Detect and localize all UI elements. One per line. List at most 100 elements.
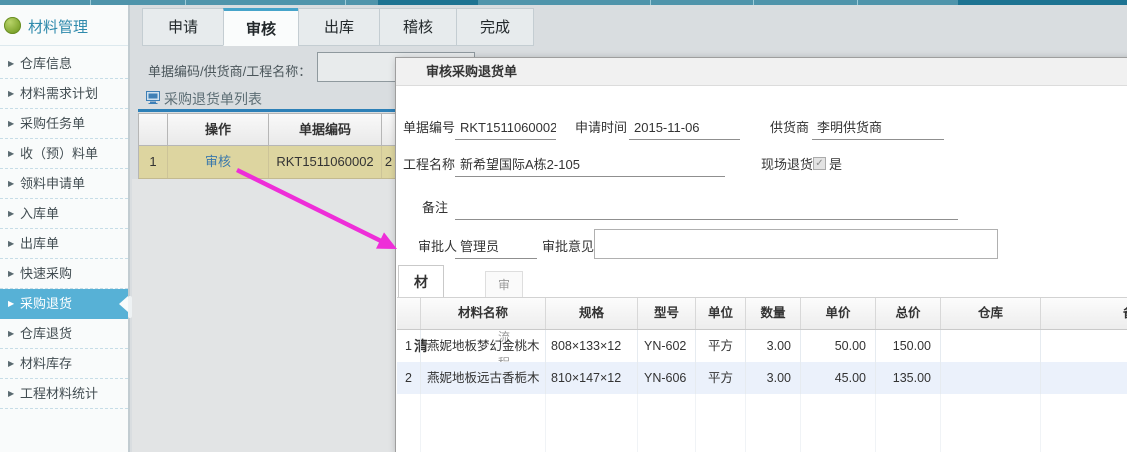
list-panel-title: 采购退货单列表 (164, 89, 262, 109)
audit-action-link[interactable]: 审核 (205, 154, 231, 169)
tab-check[interactable]: 稽核 (379, 8, 457, 46)
material-row[interactable]: 2 燕妮地板远古香栀木 810×147×12 YN-606 平方 3.00 45… (397, 362, 1127, 394)
col-unit: 单位 (696, 298, 746, 329)
sidebar-item-warehouse-return[interactable]: ▶仓库退货 (0, 319, 128, 349)
col-qty: 数量 (746, 298, 801, 329)
sidebar-menu: ▶仓库信息 ▶材料需求计划 ▶采购任务单 ▶收（预）料单 ▶领料申请单 ▶入库单… (0, 49, 128, 409)
sidebar-header: 材料管理 (0, 5, 128, 46)
return-list-header: 操作 单据编码 (138, 113, 396, 146)
supplier-value: 李明供货商 (812, 118, 944, 140)
tab-complete[interactable]: 完成 (456, 8, 534, 46)
material-table-empty-rows (397, 394, 1127, 452)
bullet-icon: ▶ (8, 289, 14, 319)
filter-label: 单据编码/供货商/工程名称： (148, 61, 311, 80)
tab-approval-flow[interactable]: 审批流程 (485, 271, 523, 297)
sidebar-item-label: 入库单 (20, 206, 59, 221)
col-doc-code: 单据编码 (269, 114, 382, 145)
cell-material-name: 燕妮地板梦幻金桃木 (421, 330, 546, 362)
remark-label: 备注 (422, 199, 448, 217)
tab-material-list[interactable]: 材料清单 (398, 265, 444, 297)
panel-accent-line (138, 109, 395, 112)
col-rownum (139, 114, 168, 145)
sidebar-item-label: 收（预）料单 (20, 146, 98, 161)
material-table-header: 材料名称 规格 型号 单位 数量 单价 总价 仓库 备注 (397, 297, 1127, 330)
bullet-icon: ▶ (8, 139, 14, 169)
sidebar-item-label: 材料需求计划 (20, 86, 98, 101)
cell-material-name: 燕妮地板远古香栀木 (421, 362, 546, 394)
remark-value[interactable] (455, 198, 958, 220)
cell-qty: 3.00 (746, 362, 801, 394)
approver-label: 审批人 (418, 238, 457, 256)
sidebar-item-purchase-task[interactable]: ▶ 采购任务单 (0, 109, 128, 139)
supplier-label: 供货商 (770, 119, 809, 137)
sidebar-item-label: 领料申请单 (20, 176, 85, 191)
sidebar-item-outbound[interactable]: ▶出库单 (0, 229, 128, 259)
tab-outbound[interactable]: 出库 (298, 8, 380, 46)
monitor-icon (146, 91, 160, 107)
tab-apply[interactable]: 申请 (142, 8, 224, 46)
cell-remark (1041, 362, 1127, 394)
sidebar: 材料管理 ▶仓库信息 ▶材料需求计划 ▶采购任务单 ▶收（预）料单 ▶领料申请单… (0, 5, 130, 452)
clipped-cell: 2 (382, 146, 395, 178)
sidebar-item-label: 材料库存 (20, 356, 72, 371)
onsite-return-checkbox[interactable]: ✓ (813, 157, 826, 170)
sidebar-title: 材料管理 (28, 16, 88, 37)
col-operation: 操作 (168, 114, 269, 145)
tab-audit[interactable]: 审核 (223, 8, 299, 46)
sidebar-item-label: 采购任务单 (20, 116, 85, 131)
sidebar-item-receive-material[interactable]: ▶ 收（预）料单 (0, 139, 128, 169)
cell-unit-price: 50.00 (801, 330, 876, 362)
bullet-icon: ▶ (8, 109, 14, 139)
sidebar-item-label: 快速采购 (20, 266, 72, 281)
sidebar-item-label: 仓库退货 (20, 326, 72, 341)
cell-model: YN-602 (638, 330, 696, 362)
apply-time-label: 申请时间 (575, 119, 627, 137)
col-remark: 备注 (1041, 298, 1127, 329)
dialog-title: 审核采购退货单 (396, 58, 1127, 86)
approver-value: 管理员 (455, 237, 537, 259)
opinion-input[interactable] (594, 229, 998, 259)
sidebar-item-material-request[interactable]: ▶ 领料申请单 (0, 169, 128, 199)
doc-no-value: RKT1511060002 (455, 118, 556, 140)
selected-notch (119, 296, 128, 312)
bullet-icon: ▶ (8, 379, 14, 409)
sidebar-item-material-demand-plan[interactable]: ▶材料需求计划 (0, 79, 128, 109)
col-total-price: 总价 (876, 298, 941, 329)
cell-num: 2 (397, 362, 421, 394)
bullet-icon: ▶ (8, 49, 14, 79)
row-number: 1 (139, 146, 168, 178)
sidebar-item-warehouse-info[interactable]: ▶ 仓库信息 (0, 49, 128, 79)
sidebar-item-project-material-stats[interactable]: ▶工程材料统计 (0, 379, 128, 409)
project-value: 新希望国际A栋2-105 (455, 155, 725, 177)
col-clipped (382, 114, 395, 145)
col-material-name: 材料名称 (421, 298, 546, 329)
cell-spec: 810×147×12 (546, 362, 638, 394)
sidebar-item-material-stock[interactable]: ▶材料库存 (0, 349, 128, 379)
apply-time-value: 2015-11-06 (629, 118, 740, 140)
col-warehouse: 仓库 (941, 298, 1041, 329)
material-module-icon (4, 17, 21, 34)
bullet-icon: ▶ (8, 199, 14, 229)
col-unit-price: 单价 (801, 298, 876, 329)
cell-unit: 平方 (696, 362, 746, 394)
workflow-tabs: 申请 审核 出库 稽核 完成 (143, 8, 534, 46)
return-list-row[interactable]: 1 审核 RKT1511060002 2 (138, 146, 395, 179)
sidebar-item-label: 仓库信息 (20, 56, 72, 71)
col-spec: 规格 (546, 298, 638, 329)
onsite-return-label: 现场退货 (761, 156, 813, 174)
cell-unit-price: 45.00 (801, 362, 876, 394)
cell-unit: 平方 (696, 330, 746, 362)
sidebar-item-purchase-return[interactable]: ▶ 采购退货 (0, 289, 128, 319)
sidebar-item-inbound[interactable]: ▶ 入库单 (0, 199, 128, 229)
cell-num: 1 (397, 330, 421, 362)
project-label: 工程名称 (403, 156, 455, 174)
bullet-icon: ▶ (8, 169, 14, 199)
sidebar-item-quick-purchase[interactable]: ▶快速采购 (0, 259, 128, 289)
cell-spec: 808×133×12 (546, 330, 638, 362)
cell-remark (1041, 330, 1127, 362)
sidebar-item-label: 采购退货 (20, 296, 72, 311)
material-row[interactable]: 1 燕妮地板梦幻金桃木 808×133×12 YN-602 平方 3.00 50… (397, 330, 1127, 362)
cell-model: YN-606 (638, 362, 696, 394)
doc-no-label: 单据编号 (403, 119, 455, 137)
col-model: 型号 (638, 298, 696, 329)
